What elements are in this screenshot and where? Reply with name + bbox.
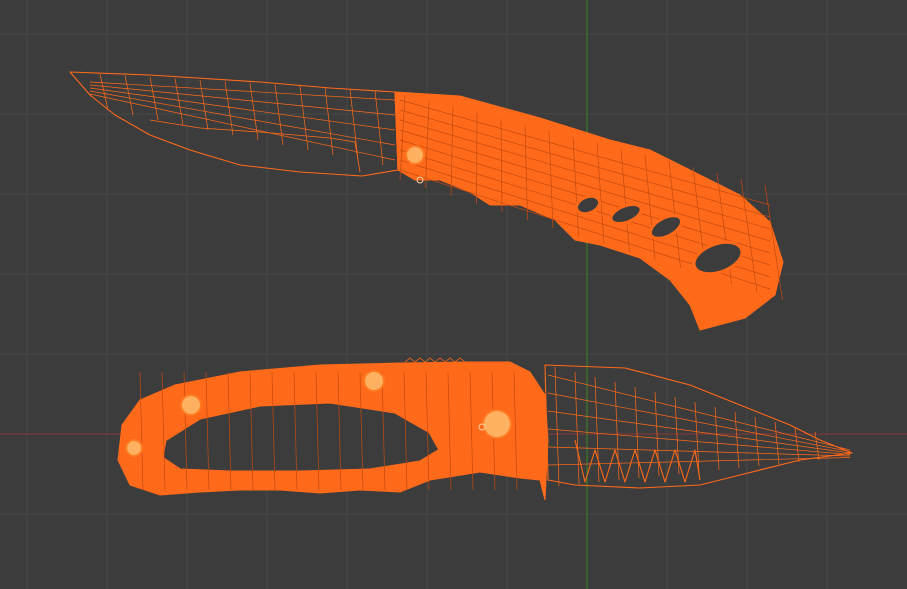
wire-edge	[574, 371, 580, 485]
wire-edge	[734, 411, 740, 469]
wire-edge	[224, 81, 234, 136]
upper-pivot-pin	[405, 145, 425, 165]
wire-edge	[814, 431, 820, 461]
3d-viewport[interactable]	[0, 0, 907, 589]
wire-edge	[199, 79, 209, 131]
lower-pin-1	[125, 439, 143, 457]
lower-thumb-ridge	[404, 357, 466, 363]
wire-edge	[634, 386, 640, 479]
wire-edge	[754, 416, 760, 467]
wire-edge	[547, 374, 851, 451]
lower-pin-2	[180, 394, 202, 416]
wire-edge	[174, 78, 184, 126]
lower-blade-wireframe	[547, 366, 851, 487]
wire-edge	[594, 376, 600, 483]
wire-edge	[547, 392, 851, 452]
knife-closed-side-view[interactable]	[117, 357, 853, 501]
upper-blade-fuller	[149, 119, 361, 173]
lower-pin-3	[363, 370, 385, 392]
wire-edge	[476, 112, 478, 205]
wire-edge	[89, 87, 396, 131]
lower-pivot-pin	[482, 409, 512, 439]
wire-edge	[554, 366, 560, 487]
wire-edge	[124, 75, 134, 116]
viewport-canvas[interactable]	[0, 0, 907, 589]
wire-edge	[89, 90, 396, 146]
wire-edge	[547, 457, 851, 466]
wire-edge	[89, 81, 396, 101]
upper-blade-wireframe	[89, 73, 396, 166]
wire-edge	[794, 426, 800, 463]
wire-edge	[614, 381, 620, 481]
